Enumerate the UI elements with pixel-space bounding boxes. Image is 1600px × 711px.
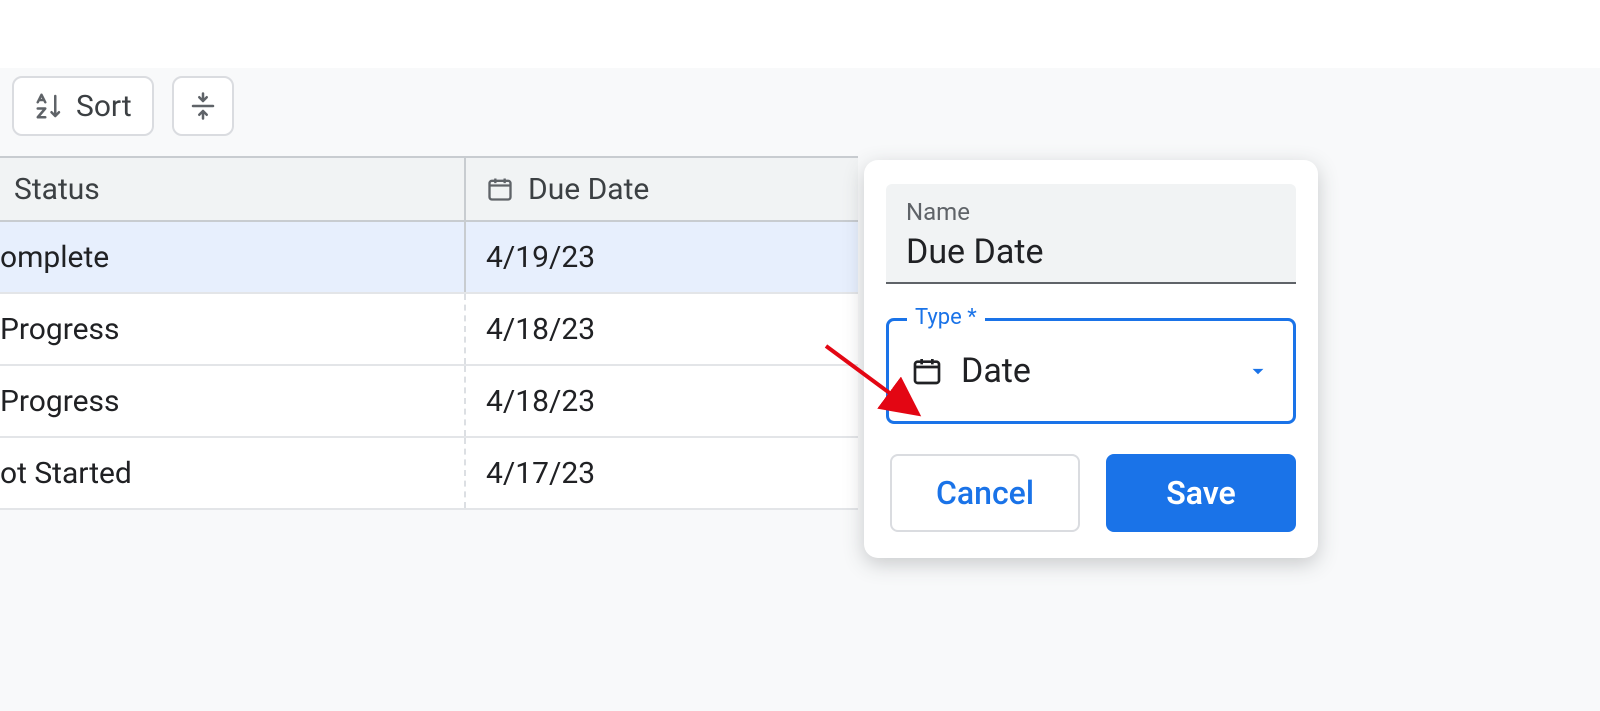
cell-status-text: ot Started — [0, 456, 132, 491]
cell-status: ot Started — [0, 438, 466, 508]
collapse-icon — [188, 91, 218, 121]
table-header: Status Due Date — [0, 158, 858, 222]
table-row[interactable]: Progress 4/18/23 — [0, 366, 858, 438]
sort-az-icon — [34, 91, 64, 121]
column-edit-popover: Name Due Date Type * Date Cancel Save — [864, 160, 1318, 558]
sort-button[interactable]: Sort — [12, 76, 154, 136]
calendar-icon — [911, 355, 943, 387]
column-status-label: Status — [14, 172, 100, 207]
cancel-button[interactable]: Cancel — [890, 454, 1080, 532]
cell-due-text: 4/19/23 — [486, 240, 595, 275]
cancel-label: Cancel — [936, 474, 1034, 512]
popover-actions: Cancel Save — [886, 454, 1296, 532]
cell-status-text: omplete — [0, 240, 109, 275]
cell-status-text: Progress — [0, 312, 120, 347]
cell-due: 4/18/23 — [466, 294, 858, 364]
cell-status: Progress — [0, 294, 466, 364]
calendar-icon — [486, 175, 514, 203]
name-input[interactable]: Name Due Date — [886, 184, 1296, 284]
type-field-label: Type * — [907, 305, 985, 330]
cell-status-text: Progress — [0, 384, 120, 419]
cell-due-text: 4/18/23 — [486, 384, 595, 419]
table-row[interactable]: omplete 4/19/23 — [0, 222, 858, 294]
cell-status: omplete — [0, 222, 466, 292]
cell-due: 4/19/23 — [466, 222, 858, 292]
cell-due: 4/17/23 — [466, 438, 858, 508]
data-table: Status Due Date omplete 4/19/23 Progress… — [0, 156, 858, 510]
toolbar: Sort — [12, 76, 234, 136]
type-field-value: Date — [961, 351, 1227, 391]
cell-due-text: 4/18/23 — [486, 312, 595, 347]
name-field-value: Due Date — [906, 232, 1276, 272]
name-field-label: Name — [906, 198, 1276, 226]
sort-label: Sort — [76, 89, 132, 124]
type-select[interactable]: Type * Date — [886, 318, 1296, 424]
chevron-down-icon — [1245, 358, 1271, 384]
save-label: Save — [1166, 474, 1236, 512]
save-button[interactable]: Save — [1106, 454, 1296, 532]
cell-status: Progress — [0, 366, 466, 436]
collapse-rows-button[interactable] — [172, 76, 234, 136]
table-row[interactable]: ot Started 4/17/23 — [0, 438, 858, 510]
cell-due: 4/18/23 — [466, 366, 858, 436]
column-due-label: Due Date — [528, 172, 649, 207]
top-bar — [0, 0, 1600, 68]
table-row[interactable]: Progress 4/18/23 — [0, 294, 858, 366]
column-header-status[interactable]: Status — [0, 158, 466, 220]
table-body: omplete 4/19/23 Progress 4/18/23 Progres… — [0, 222, 858, 510]
column-header-due-date[interactable]: Due Date — [466, 158, 858, 220]
cell-due-text: 4/17/23 — [486, 456, 595, 491]
